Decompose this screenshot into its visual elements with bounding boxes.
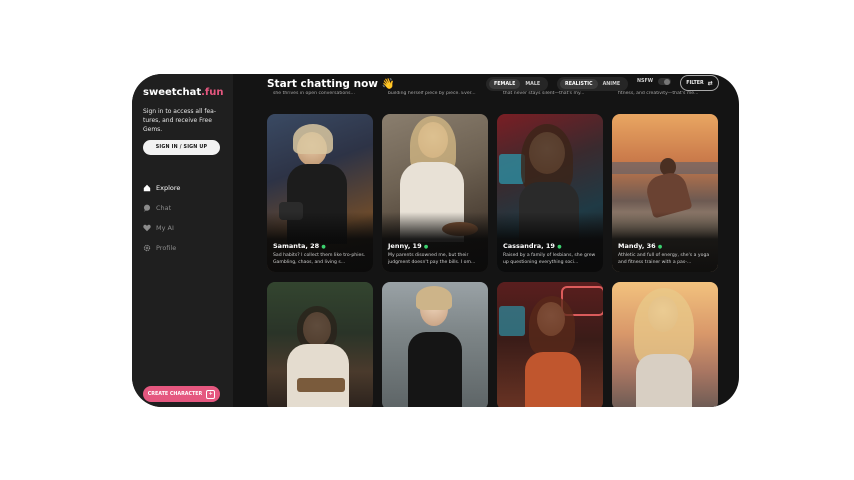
character-description: Raised by a family of lesbians, she grew…	[503, 253, 596, 265]
character-description: Sad habits? I collect them like tro-phie…	[273, 253, 366, 265]
nsfw-switch[interactable]	[658, 78, 672, 85]
card-snippet: she thrives in open conversations...	[273, 91, 355, 96]
character-card[interactable]	[497, 282, 603, 407]
character-card[interactable]: Cassandra, 19 ● Raised by a family of le…	[497, 114, 603, 272]
nsfw-label: NSFW	[637, 79, 654, 84]
character-photo	[497, 282, 603, 407]
card-snippet: fitness, and creativity—that's me...	[618, 91, 699, 96]
create-character-label: CREATE CHARACTER	[147, 391, 203, 397]
filter-label: FILTER	[686, 80, 704, 86]
character-photo	[382, 282, 488, 407]
character-card[interactable]	[267, 282, 373, 407]
signin-button[interactable]: SIGN IN / SIGN UP	[143, 140, 220, 155]
online-dot-icon: ●	[321, 244, 326, 250]
page-title: Start chatting now 👋	[267, 77, 395, 90]
plus-icon: +	[206, 389, 216, 399]
waving-hand-icon: 👋	[381, 78, 395, 90]
character-name: Cassandra, 19 ●	[503, 242, 562, 250]
sidebar-item-label: Profile	[156, 244, 177, 252]
gear-icon	[143, 244, 151, 252]
character-card[interactable]	[382, 282, 488, 407]
nsfw-toggle[interactable]: NSFW	[637, 78, 672, 85]
sidebar-item-my-ai[interactable]: My AI	[143, 218, 180, 238]
sidebar-item-label: Chat	[156, 204, 172, 212]
sidebar-nav: Explore Chat My AI Profile	[143, 178, 180, 258]
card-snippet: that never stays silent—that's my...	[503, 91, 585, 96]
brand-logo[interactable]: sweetchat.fun	[143, 87, 224, 98]
character-description: Athletic and full of energy, she's a yog…	[618, 253, 710, 265]
filter-anime[interactable]: ANIME	[598, 79, 626, 89]
page-title-text: Start chatting now	[267, 78, 378, 90]
sidebar-item-chat[interactable]: Chat	[143, 198, 180, 218]
character-card[interactable]: Samanta, 28 ● Sad habits? I collect them…	[267, 114, 373, 272]
style-filter: REALISTIC ANIME	[557, 77, 629, 91]
filter-button[interactable]: FILTER ⇄	[680, 75, 719, 91]
online-dot-icon: ●	[557, 244, 562, 250]
online-dot-icon: ●	[423, 244, 429, 250]
character-card[interactable]: Jenny, 19 ● My parents disowned me, but …	[382, 114, 488, 272]
sliders-icon: ⇄	[707, 79, 713, 87]
filter-realistic[interactable]: REALISTIC	[560, 79, 598, 89]
sidebar-item-explore[interactable]: Explore	[143, 178, 180, 198]
signin-prompt: Sign in to access all fea-tures, and rec…	[143, 108, 216, 133]
character-name: Samanta, 28 ●	[273, 242, 326, 250]
character-name: Jenny, 19 ●	[388, 242, 429, 250]
character-photo	[267, 282, 373, 407]
chat-bubble-icon	[143, 204, 151, 212]
character-name: Mandy, 36 ●	[618, 242, 663, 250]
sidebar: sweetchat.fun Sign in to access all fea-…	[132, 74, 233, 407]
card-snippet: building herself piece by piece. Ever...	[388, 91, 476, 96]
character-card[interactable]	[612, 282, 718, 407]
sidebar-item-profile[interactable]: Profile	[143, 238, 180, 258]
filter-female[interactable]: FEMALE	[489, 79, 521, 89]
gender-filter: FEMALE MALE	[486, 77, 549, 91]
create-character-button[interactable]: CREATE CHARACTER +	[143, 386, 220, 402]
previous-row-snippets: she thrives in open conversations... bui…	[267, 91, 719, 100]
main-content: Start chatting now 👋 FEMALE MALE REALIST…	[233, 74, 739, 407]
filter-male[interactable]: MALE	[520, 79, 545, 89]
app-window: sweetchat.fun Sign in to access all fea-…	[132, 74, 739, 407]
online-dot-icon: ●	[657, 244, 663, 250]
character-card[interactable]: Mandy, 36 ● Athletic and full of energy,…	[612, 114, 718, 272]
character-photo	[612, 282, 718, 407]
sidebar-item-label: Explore	[156, 184, 181, 192]
heart-icon	[143, 224, 151, 232]
sidebar-item-label: My AI	[156, 224, 174, 232]
home-icon	[143, 184, 151, 192]
character-description: My parents disowned me, but their judgme…	[388, 253, 476, 265]
